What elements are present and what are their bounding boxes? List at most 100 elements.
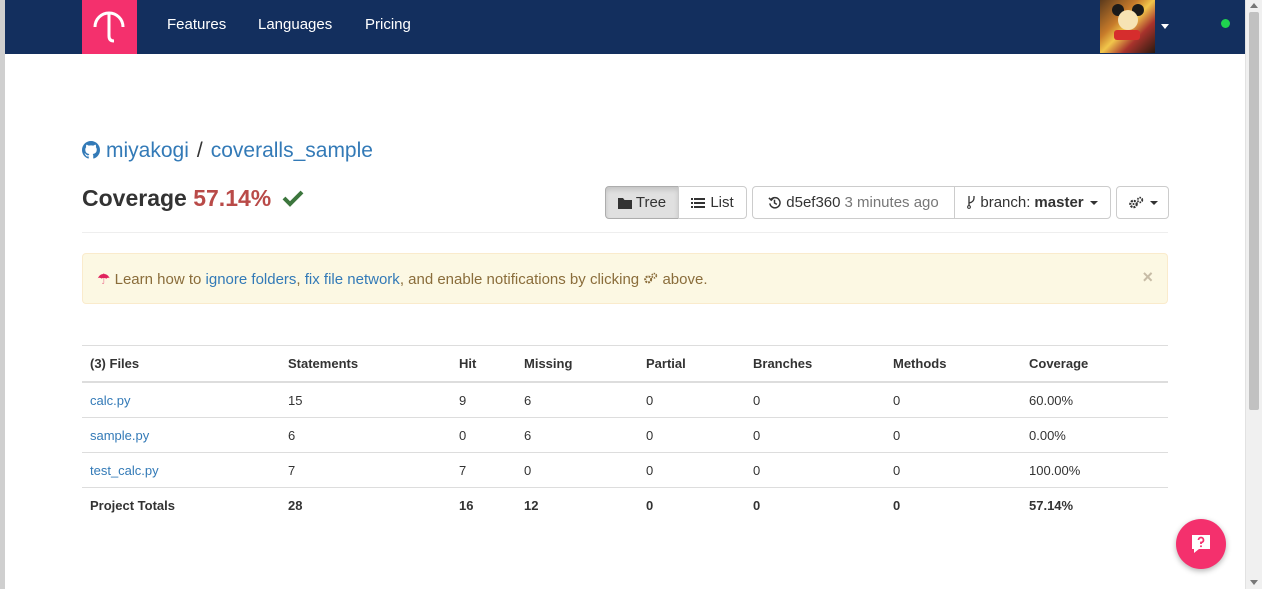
hit-total: 16 [451, 487, 516, 522]
coverage-total: 57.14% [1021, 487, 1168, 522]
table-row: test_calc.py 7 7 0 0 0 0 100.00% [82, 452, 1168, 488]
alert-comma: , [296, 271, 301, 288]
alert-suffix: above. [662, 271, 708, 288]
nav-features[interactable]: Features [167, 16, 226, 33]
alert-prefix: Learn how to [114, 271, 202, 288]
coverage-label: Coverage [82, 185, 187, 211]
header-hit[interactable]: Hit [451, 345, 516, 383]
chat-question-icon [1192, 535, 1210, 553]
missing-total: 12 [516, 487, 638, 522]
statements-total: 28 [280, 487, 451, 522]
scroll-up-arrow-icon[interactable] [1250, 3, 1258, 8]
status-online-icon [1221, 19, 1230, 28]
nav-languages[interactable]: Languages [258, 16, 332, 33]
commit-sha: d5ef360 [786, 194, 841, 211]
settings-dropdown[interactable] [1116, 186, 1169, 219]
list-view-button[interactable]: List [678, 186, 747, 219]
coveralls-logo[interactable] [82, 0, 137, 54]
branch-dropdown[interactable]: branch: master [954, 186, 1111, 219]
missing-cell: 0 [516, 452, 638, 488]
hit-cell: 0 [451, 417, 516, 453]
coverage-cell: 60.00% [1021, 381, 1168, 418]
divider [82, 232, 1168, 233]
tree-view-button[interactable]: Tree [605, 186, 679, 219]
missing-cell: 6 [516, 381, 638, 418]
chevron-down-icon [1089, 200, 1098, 205]
header-coverage[interactable]: Coverage [1021, 345, 1168, 383]
statements-cell: 15 [280, 381, 451, 418]
list-label: List [710, 194, 734, 211]
umbrella-icon: ☂ [97, 271, 111, 288]
chevron-down-icon [1149, 200, 1158, 205]
methods-cell: 0 [885, 452, 1021, 488]
header-missing[interactable]: Missing [516, 345, 638, 383]
header-branches[interactable]: Branches [745, 345, 885, 383]
header-files[interactable]: (3) Files [82, 345, 280, 383]
coverage-percent: 57.14% [193, 185, 272, 211]
window-edge [0, 0, 5, 589]
repo-breadcrumb: miyakogi / coveralls_sample [82, 139, 373, 163]
github-icon [82, 141, 100, 159]
branches-cell: 0 [745, 381, 885, 418]
branches-total: 0 [745, 487, 885, 522]
coverage-cell: 0.00% [1021, 417, 1168, 453]
partial-cell: 0 [638, 381, 745, 418]
file-link[interactable]: sample.py [90, 428, 149, 443]
repo-owner-link[interactable]: miyakogi [106, 139, 189, 162]
branch-label: branch: [980, 194, 1031, 211]
statements-cell: 6 [280, 417, 451, 453]
methods-cell: 0 [885, 381, 1021, 418]
alert-middle: , and enable notifications by clicking [399, 271, 640, 288]
breadcrumb-separator: / [196, 139, 203, 162]
fix-file-network-link[interactable]: fix file network [305, 271, 400, 288]
branch-icon [967, 196, 976, 209]
file-link[interactable]: test_calc.py [90, 463, 159, 478]
scroll-thumb[interactable] [1249, 12, 1259, 410]
nav-pricing[interactable]: Pricing [365, 16, 411, 33]
coverage-heading: Coverage 57.14% [82, 185, 304, 212]
partial-cell: 0 [638, 417, 745, 453]
header-methods[interactable]: Methods [885, 345, 1021, 383]
history-icon [768, 196, 782, 209]
table-row: calc.py 15 9 6 0 0 0 60.00% [82, 381, 1168, 418]
table-header-row: (3) Files Statements Hit Missing Partial… [82, 345, 1168, 383]
statements-cell: 7 [280, 452, 451, 488]
header-partial[interactable]: Partial [638, 345, 745, 383]
folder-icon [617, 197, 632, 209]
branches-cell: 0 [745, 417, 885, 453]
top-navbar: Features Languages Pricing [5, 0, 1245, 54]
missing-cell: 6 [516, 417, 638, 453]
user-avatar[interactable] [1100, 0, 1155, 53]
check-icon [282, 190, 304, 207]
umbrella-logo-icon [93, 11, 125, 43]
coverage-table: (3) Files Statements Hit Missing Partial… [82, 345, 1168, 522]
partial-cell: 0 [638, 452, 745, 488]
coverage-cell: 100.00% [1021, 452, 1168, 488]
alert-message: ☂ Learn how to ignore folders, fix file … [97, 270, 708, 288]
gears-icon [644, 272, 658, 284]
commit-button[interactable]: d5ef360 3 minutes ago [752, 186, 955, 219]
totals-label: Project Totals [82, 487, 280, 522]
header-statements[interactable]: Statements [280, 345, 451, 383]
user-menu-caret-icon[interactable] [1161, 24, 1169, 29]
ignore-folders-link[interactable]: ignore folders [206, 271, 297, 288]
close-icon[interactable]: × [1142, 267, 1153, 288]
methods-total: 0 [885, 487, 1021, 522]
hit-cell: 9 [451, 381, 516, 418]
table-row: sample.py 6 0 6 0 0 0 0.00% [82, 417, 1168, 453]
file-link[interactable]: calc.py [90, 393, 130, 408]
hit-cell: 7 [451, 452, 516, 488]
list-icon [691, 197, 706, 208]
totals-row: Project Totals 28 16 12 0 0 0 57.14% [82, 487, 1168, 522]
branches-cell: 0 [745, 452, 885, 488]
methods-cell: 0 [885, 417, 1021, 453]
partial-total: 0 [638, 487, 745, 522]
branch-name: master [1034, 194, 1084, 211]
scroll-down-arrow-icon[interactable] [1250, 580, 1258, 585]
gears-icon [1128, 196, 1143, 208]
info-alert: ☂ Learn how to ignore folders, fix file … [82, 253, 1168, 304]
repo-name-link[interactable]: coveralls_sample [211, 139, 373, 162]
tree-label: Tree [635, 194, 667, 211]
page-scrollbar[interactable] [1245, 0, 1262, 589]
help-chat-button[interactable] [1176, 519, 1226, 569]
